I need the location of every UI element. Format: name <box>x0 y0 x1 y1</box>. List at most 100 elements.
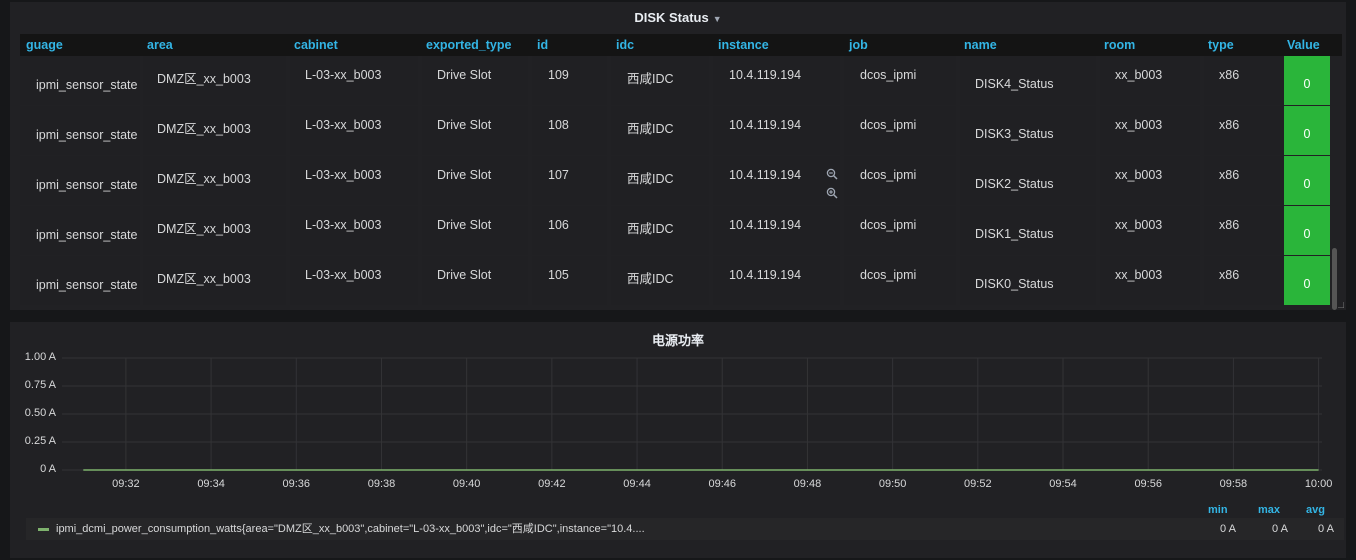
x-tick-label: 09:34 <box>197 478 225 490</box>
y-tick-label: 0.75 A <box>24 379 56 391</box>
column-header-guage[interactable]: guage <box>26 34 63 56</box>
cell-area: DMZ区_xx_b003 <box>143 206 286 255</box>
table-row[interactable]: ipmi_sensor_state DMZ区_xx_b003 L-03-xx_b00… <box>20 156 1342 205</box>
cell-instance: 10.4.119.194 <box>713 256 840 305</box>
legend-header-min[interactable]: min <box>1208 504 1228 516</box>
column-header-idc[interactable]: idc <box>616 34 634 56</box>
cell-name: DISK3_Status <box>960 106 1096 155</box>
cell-text: ipmi_sensor_state <box>36 278 138 292</box>
cell-text: Drive Slot <box>437 168 492 182</box>
disk-status-title[interactable]: DISK Status ▼ <box>10 10 1346 25</box>
cell-text: x86 <box>1219 68 1240 82</box>
cell-text: DISK3_Status <box>975 127 1054 141</box>
cell-guage: ipmi_sensor_state <box>20 256 140 305</box>
legend-min-value: 0 A <box>1220 523 1236 535</box>
cell-text: 0 <box>1303 227 1311 241</box>
cell-room: xx_b003 <box>1100 56 1200 105</box>
cell-area: DMZ区_xx_b003 <box>143 156 286 205</box>
x-tick-label: 09:52 <box>964 478 992 490</box>
cell-text: dcos_ipmi <box>860 118 917 132</box>
zoom-out-icon[interactable] <box>826 168 838 180</box>
cell-text: 0 <box>1303 277 1311 291</box>
y-tick-label: 0.50 A <box>24 407 56 419</box>
table-row[interactable]: ipmi_sensor_state DMZ区_xx_b003 L-03-xx_b00… <box>20 106 1342 155</box>
cell-text: ipmi_sensor_state <box>36 178 138 192</box>
cell-instance: 10.4.119.194 <box>713 106 840 155</box>
cell-instance: 10.4.119.194 <box>713 156 840 205</box>
cell-text: xx_b003 <box>1115 118 1163 132</box>
cell-text: DISK1_Status <box>975 227 1054 241</box>
zoom-in-icon[interactable] <box>826 187 838 199</box>
column-header-exported-type[interactable]: exported_type <box>426 34 511 56</box>
cell-cabinet: L-03-xx_b003 <box>290 206 418 255</box>
cell-text: x86 <box>1219 168 1240 182</box>
cell-text: 107 <box>548 168 569 182</box>
cell-text: dcos_ipmi <box>860 168 917 182</box>
table-scrollbar[interactable] <box>1332 248 1337 310</box>
disk-status-panel: DISK Status ▼ guage area cabinet exported_ty… <box>10 2 1346 310</box>
table-row[interactable]: ipmi_sensor_state DMZ区_xx_b003 L-03-xx_b00… <box>20 256 1342 305</box>
x-tick-label: 09:36 <box>282 478 311 490</box>
x-tick-label: 09:44 <box>623 478 651 490</box>
cell-exported-type: Drive Slot <box>422 56 528 105</box>
cell-text: 108 <box>548 118 569 132</box>
column-header-instance[interactable]: instance <box>718 34 769 56</box>
cell-type: x86 <box>1204 206 1284 255</box>
cell-text: DMZ区_xx_b003 <box>157 222 251 236</box>
cell-text: L-03-xx_b003 <box>305 268 382 282</box>
x-tick-label: 09:56 <box>1134 478 1162 490</box>
cell-text: x86 <box>1219 268 1240 282</box>
cell-cabinet: L-03-xx_b003 <box>290 56 418 105</box>
cell-value: 0 <box>1284 56 1330 105</box>
cell-text: L-03-xx_b003 <box>305 118 382 132</box>
cell-job: dcos_ipmi <box>844 56 956 105</box>
legend-header-avg[interactable]: avg <box>1306 504 1325 516</box>
cell-job: dcos_ipmi <box>844 106 956 155</box>
cell-id: 105 <box>532 256 607 305</box>
cell-room: xx_b003 <box>1100 206 1200 255</box>
table-row[interactable]: ipmi_sensor_state DMZ区_xx_b003 L-03-xx_b00… <box>20 206 1342 255</box>
column-header-value[interactable]: Value <box>1287 34 1320 56</box>
legend-header-max[interactable]: max <box>1258 504 1280 516</box>
cell-guage: ipmi_sensor_state <box>20 106 140 155</box>
cell-idc: 西咸IDC <box>611 56 709 105</box>
cell-text: 10.4.119.194 <box>729 218 802 232</box>
column-header-room[interactable]: room <box>1104 34 1135 56</box>
cell-text: Drive Slot <box>437 268 492 282</box>
y-tick-label: 0.25 A <box>24 435 56 447</box>
cell-text: 109 <box>548 68 569 82</box>
cell-text: 西咸IDC <box>627 272 674 286</box>
cell-text: 106 <box>548 218 569 232</box>
column-header-type[interactable]: type <box>1208 34 1234 56</box>
column-header-area[interactable]: area <box>147 34 173 56</box>
table-header: guage area cabinet exported_type id idc instan… <box>20 34 1342 56</box>
cell-text: dcos_ipmi <box>860 68 917 82</box>
cell-name: DISK0_Status <box>960 256 1096 305</box>
cell-idc: 西咸IDC <box>611 206 709 255</box>
legend-series-row[interactable]: ipmi_dcmi_power_consumption_watts{area="… <box>26 518 1344 540</box>
y-tick-label: 0 A <box>40 463 56 475</box>
legend-series-label[interactable]: ipmi_dcmi_power_consumption_watts{area="… <box>56 518 1176 540</box>
cell-idc: 西咸IDC <box>611 106 709 155</box>
x-tick-label: 09:48 <box>793 478 822 490</box>
column-header-cabinet[interactable]: cabinet <box>294 34 338 56</box>
x-tick-label: 09:40 <box>452 478 481 490</box>
cell-exported-type: Drive Slot <box>422 156 528 205</box>
cell-type: x86 <box>1204 106 1284 155</box>
cell-text: 10.4.119.194 <box>729 68 802 82</box>
column-header-job[interactable]: job <box>849 34 868 56</box>
table-row[interactable]: ipmi_sensor_state DMZ区_xx_b003 L-03-xx_b00… <box>20 56 1342 105</box>
legend-series-swatch[interactable] <box>38 528 49 531</box>
column-header-name[interactable]: name <box>964 34 997 56</box>
cell-text: L-03-xx_b003 <box>305 218 382 232</box>
caret-down-icon[interactable]: ▼ <box>713 14 722 24</box>
cell-text: 0 <box>1303 127 1311 141</box>
resize-handle-icon[interactable] <box>1338 302 1344 308</box>
x-tick-label: 10:00 <box>1304 478 1333 490</box>
cell-text: ipmi_sensor_state <box>36 228 138 242</box>
cell-job: dcos_ipmi <box>844 256 956 305</box>
cell-text: 105 <box>548 268 569 282</box>
cell-text: 10.4.119.194 <box>729 168 802 182</box>
column-header-id[interactable]: id <box>537 34 548 56</box>
legend-avg-value: 0 A <box>1318 523 1334 535</box>
